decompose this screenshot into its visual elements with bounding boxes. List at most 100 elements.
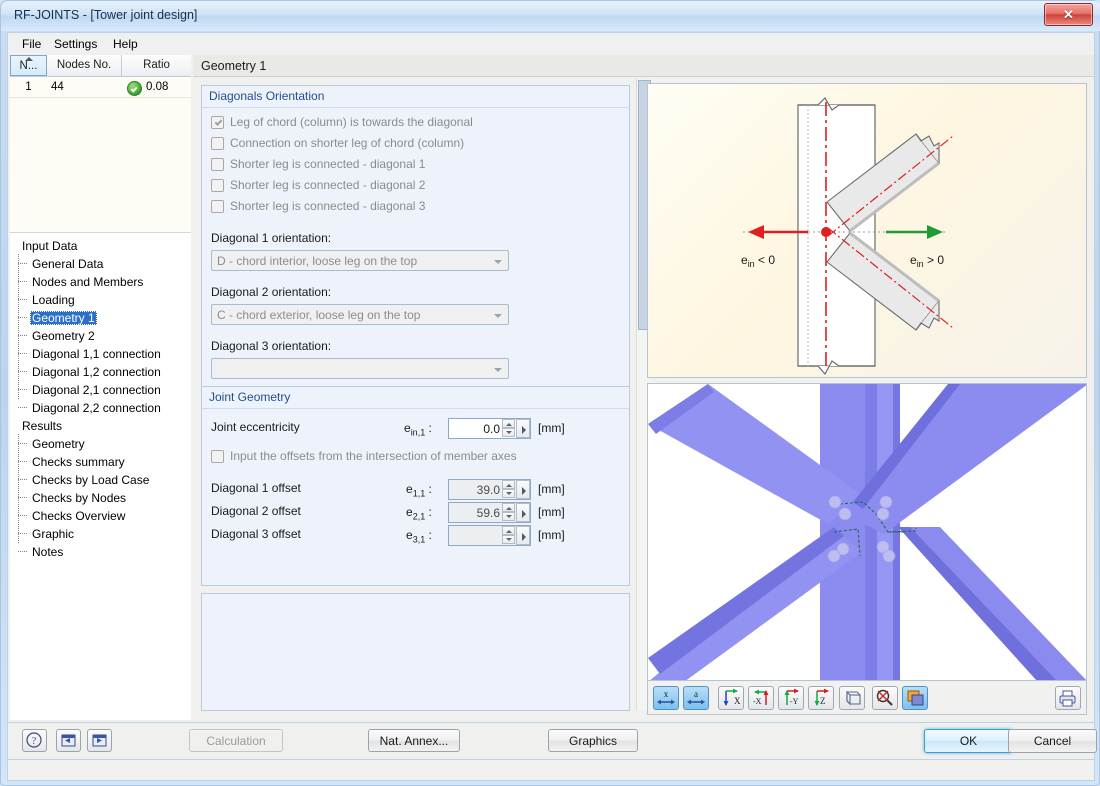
grid-col-nodes-no[interactable]: Nodes No. (47, 55, 122, 76)
window-title: RF-JOINTS - [Tower joint design] (14, 8, 198, 22)
sidebar-item-notes[interactable]: Notes (18, 543, 65, 561)
joint-eccentricity-symbol: ein,1 : (404, 421, 432, 438)
graphic-toolbar: x a X -X -Y Z (647, 681, 1087, 715)
checkbox-shorter-leg-diagonal-2[interactable] (211, 179, 224, 192)
stepper-down-icon[interactable] (502, 489, 515, 498)
sidebar-item-geometry-1[interactable]: Geometry 1 (18, 308, 97, 327)
table-row[interactable]: 1 44 0.08 (10, 77, 191, 98)
stepper-up-icon[interactable] (502, 480, 515, 489)
sidebar-item-diagonal-2-1-connection[interactable]: Diagonal 2,1 connection (18, 380, 163, 399)
sidebar-item-checks-summary[interactable]: Checks summary (18, 452, 127, 471)
sidebar-item-geometry-2[interactable]: Geometry 2 (18, 326, 97, 345)
stepper-more-icon[interactable] (516, 419, 530, 438)
empty-panel (201, 593, 630, 711)
checkbox-leg-of-chord-towards-diagonal[interactable] (211, 116, 224, 129)
stepper-up-icon[interactable] (502, 503, 515, 512)
sidebar-item-nodes-and-members[interactable]: Nodes and Members (18, 272, 145, 291)
joint-eccentricity-value: 0.0 (483, 422, 500, 436)
view-z-icon[interactable]: Z (808, 686, 834, 710)
menu-file[interactable]: File (14, 36, 49, 52)
help-button[interactable]: ? (22, 729, 47, 752)
view-minus-x-icon[interactable]: -X (748, 686, 774, 710)
checkbox-connection-on-shorter-leg-label: Connection on shorter leg of chord (colu… (230, 136, 465, 150)
sidebar-item-diagonal-1-2-connection[interactable]: Diagonal 1,2 connection (18, 362, 163, 381)
menu-bar: File Settings Help (7, 32, 1095, 53)
zoom-a-icon[interactable]: a (683, 686, 709, 710)
sidebar-item-general-data[interactable]: General Data (18, 254, 105, 273)
tree-group-label: Input Data (22, 239, 78, 253)
diagonal-3-orientation-select[interactable] (211, 358, 509, 379)
diagonal-3-offset-input[interactable] (448, 525, 531, 546)
stepper-more-icon[interactable] (516, 526, 530, 545)
sidebar-item-geometry[interactable]: Geometry (18, 434, 87, 453)
diagonal-3-orientation-label: Diagonal 3 orientation: (211, 339, 332, 353)
eccentricity-diagram-svg: ein < 0 ein > 0 (741, 97, 954, 376)
sort-ascending-icon (24, 57, 33, 61)
page-title: Geometry 1 (193, 55, 1094, 77)
zoom-x-icon[interactable]: x (653, 686, 679, 710)
sidebar-item-diagonal-1-1-connection[interactable]: Diagonal 1,1 connection (18, 344, 163, 363)
calculation-button[interactable]: Calculation (189, 729, 283, 752)
checkbox-connection-on-shorter-leg[interactable] (211, 137, 224, 150)
joint-3d-view[interactable] (647, 383, 1087, 681)
tree-group-results[interactable]: Results (20, 417, 64, 435)
sidebar-item-checks-overview[interactable]: Checks Overview (18, 506, 127, 525)
diagonal-2-orientation-select[interactable]: C - chord exterior, loose leg on the top (211, 304, 509, 325)
status-ok-icon (127, 81, 142, 96)
grid-col-no-label: N... (19, 60, 38, 72)
svg-text:X: X (734, 696, 741, 706)
stepper-up-icon[interactable] (502, 526, 515, 535)
checkbox-shorter-leg-diagonal-1[interactable] (211, 158, 224, 171)
tree-group-label: Results (22, 419, 63, 433)
diagonals-orientation-group: Diagonals Orientation Leg of chord (colu… (201, 85, 630, 418)
zoom-tool-icon[interactable] (872, 686, 898, 710)
checkbox-shorter-leg-diagonal-2-label: Shorter leg is connected - diagonal 2 (230, 178, 426, 192)
close-icon: ✕ (1063, 6, 1074, 22)
diagonal-2-offset-input[interactable]: 59.6 (448, 502, 531, 523)
menu-help[interactable]: Help (105, 36, 146, 52)
diagonal-2-offset-symbol: e2,1 : (406, 505, 432, 522)
stepper-down-icon[interactable] (502, 512, 515, 521)
diagonal-1-offset-input[interactable]: 39.0 (448, 479, 531, 500)
next-button[interactable] (87, 729, 112, 752)
diagonal-2-orientation-label: Diagonal 2 orientation: (211, 285, 332, 299)
sidebar-item-graphic[interactable]: Graphic (18, 524, 76, 543)
stepper-more-icon[interactable] (516, 480, 530, 499)
stepper-up-icon[interactable] (502, 419, 515, 428)
cancel-button[interactable]: Cancel (1008, 729, 1097, 753)
joint-3d-svg (648, 384, 1086, 680)
view-minus-y-icon[interactable]: -Y (778, 686, 804, 710)
stepper-more-icon[interactable] (516, 503, 530, 522)
stepper-down-icon[interactable] (502, 535, 515, 544)
sidebar-item-checks-by-nodes[interactable]: Checks by Nodes (18, 488, 128, 507)
print-icon[interactable] (1055, 686, 1081, 710)
menu-settings[interactable]: Settings (46, 36, 105, 52)
eccentricity-diagram: ein < 0 ein > 0 (647, 83, 1087, 378)
previous-button[interactable] (56, 729, 81, 752)
view-x-icon[interactable]: X (718, 686, 744, 710)
graphics-button[interactable]: Graphics (548, 729, 638, 752)
stepper-down-icon[interactable] (502, 428, 515, 437)
checkbox-shorter-leg-diagonal-3[interactable] (211, 200, 224, 213)
layers-icon[interactable] (902, 686, 928, 710)
title-bar: RF-JOINTS - [Tower joint design] ✕ (1, 1, 1100, 31)
sidebar-item-diagonal-2-2-connection[interactable]: Diagonal 2,2 connection (18, 399, 163, 417)
grid-col-no[interactable]: N... (10, 55, 47, 76)
isometric-view-icon[interactable] (839, 686, 865, 710)
node-grid-header: N... Nodes No. Ratio (10, 55, 191, 77)
tree-group-input-data[interactable]: Input Data (20, 237, 79, 255)
joint-eccentricity-input[interactable]: 0.0 (448, 418, 531, 439)
nat-annex-button[interactable]: Nat. Annex... (368, 729, 460, 752)
diagonal-2-orientation-value: C - chord exterior, loose leg on the top (217, 308, 421, 322)
svg-text:?: ? (32, 736, 37, 747)
checkbox-input-offsets-from-intersection[interactable] (211, 450, 224, 463)
ok-button[interactable]: OK (924, 729, 1013, 753)
sidebar-item-loading[interactable]: Loading (18, 290, 77, 309)
close-button[interactable]: ✕ (1044, 3, 1093, 26)
client-area: N... Nodes No. Ratio 1 44 0.08 Input Dat… (7, 53, 1095, 723)
sidebar-item-checks-by-load-case[interactable]: Checks by Load Case (18, 470, 151, 489)
grid-col-ratio[interactable]: Ratio (122, 55, 191, 76)
svg-text:a: a (694, 689, 698, 699)
group-title: Joint Geometry (209, 390, 291, 404)
diagonal-1-orientation-select[interactable]: D - chord interior, loose leg on the top (211, 250, 509, 271)
